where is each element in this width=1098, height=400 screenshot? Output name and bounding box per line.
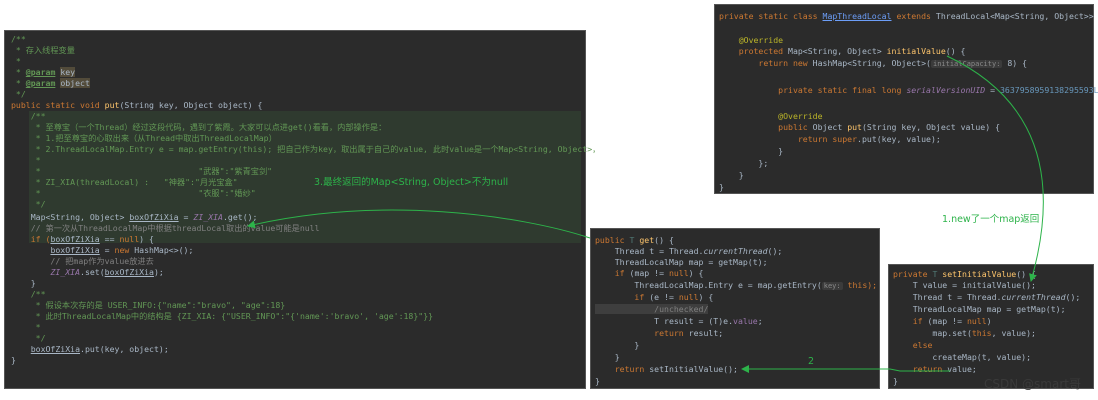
annotation-label-3: 3.最终返回的Map<String, Object>不为null: [314, 177, 509, 188]
flow-arrows: [247, 55, 1044, 373]
arrow-1: [946, 55, 1044, 282]
watermark: CSDN @smart哥: [984, 377, 1081, 391]
arrow-3: [247, 209, 591, 239]
arrow-2: [741, 365, 950, 373]
annotation-label-1: 1.new了一个map返回: [942, 214, 1040, 225]
annotation-label-2: 2: [808, 356, 815, 367]
